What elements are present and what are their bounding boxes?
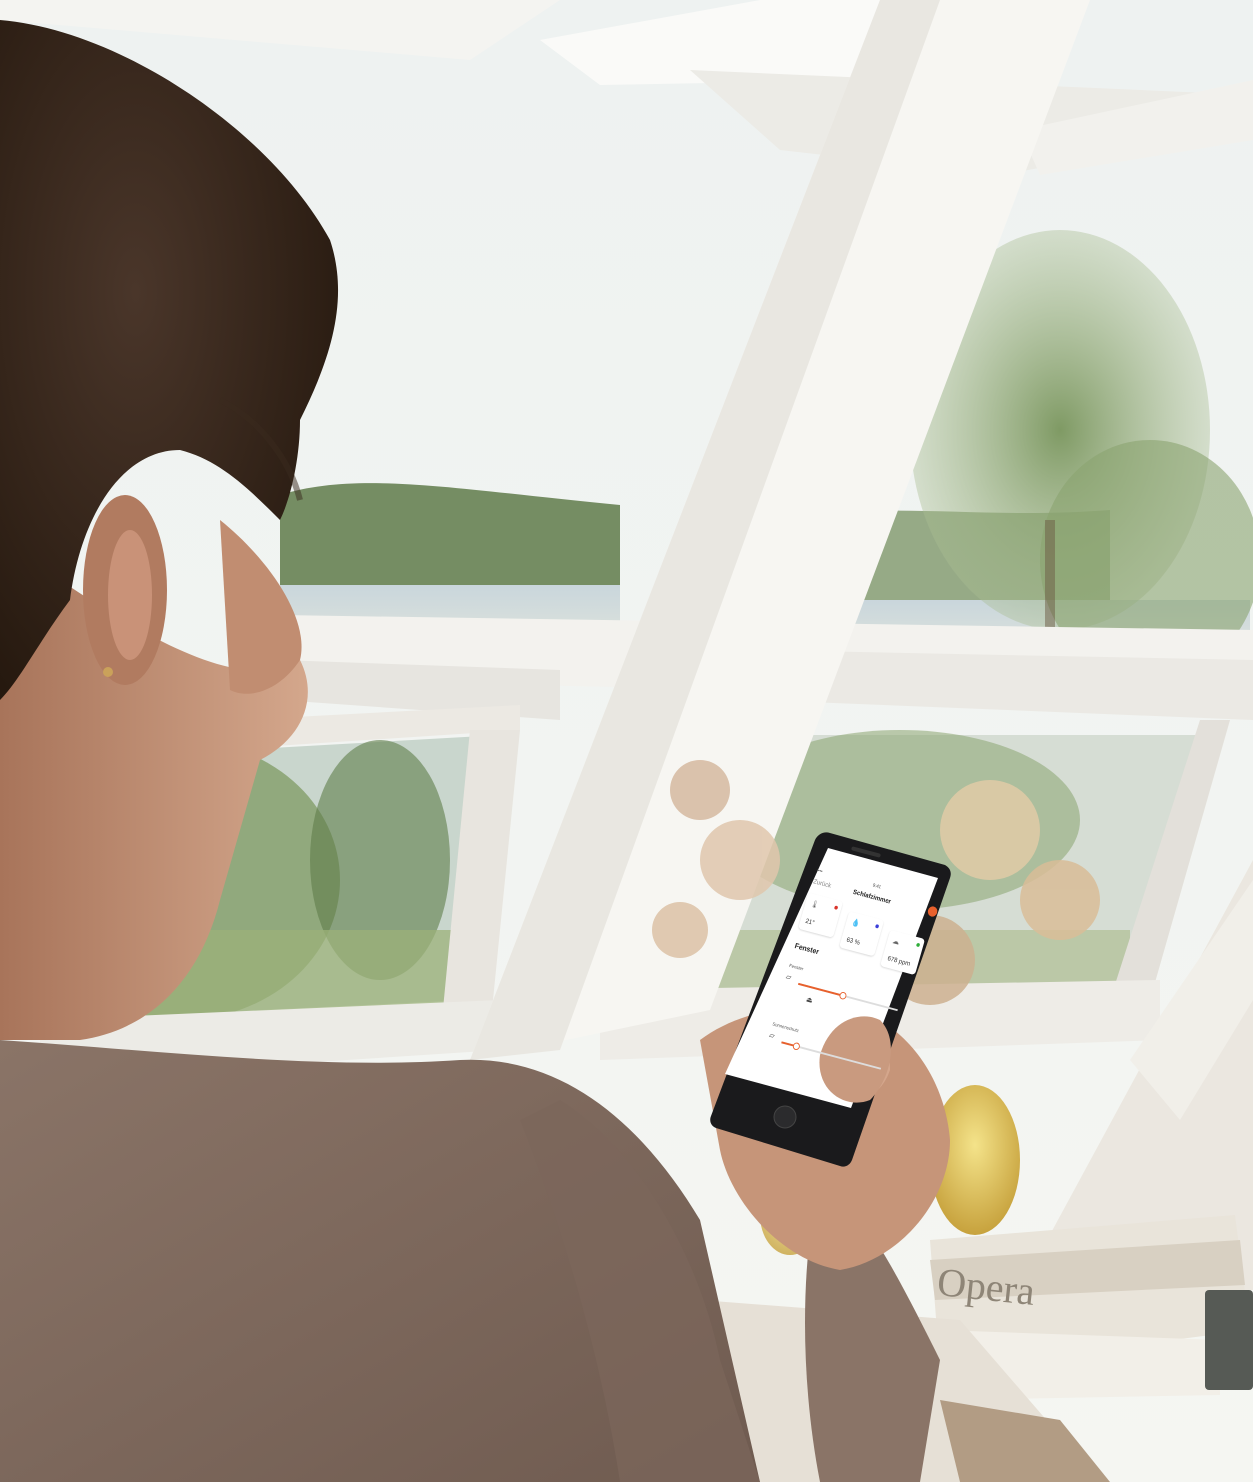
status-dot bbox=[874, 924, 880, 929]
co2-value: 678 ppm bbox=[886, 955, 911, 968]
temperature-value: 21° bbox=[804, 918, 816, 927]
section-title: Fenster bbox=[793, 941, 821, 957]
co2-cloud-icon: ☁ bbox=[891, 936, 901, 947]
sunscreen-control-label: Sonnenschutz bbox=[771, 1021, 800, 1035]
window-slider-knob[interactable] bbox=[838, 991, 848, 1001]
temperature-tile[interactable]: 🌡 21° bbox=[798, 892, 844, 938]
status-dot bbox=[915, 942, 921, 948]
thermometer-icon: 🌡 bbox=[809, 899, 821, 910]
window-icon: ▱ bbox=[784, 972, 793, 982]
co2-tile[interactable]: ☁ 678 ppm bbox=[880, 929, 926, 976]
status-time: 9:41 bbox=[872, 882, 882, 891]
screen-title: Schlafzimmer bbox=[852, 889, 892, 906]
humidity-tile[interactable]: 💧 63 % bbox=[839, 911, 885, 957]
humidity-icon: 💧 bbox=[850, 917, 862, 929]
book-title: Opera bbox=[935, 1258, 1038, 1314]
humidity-value: 63 % bbox=[845, 936, 861, 947]
photo-scene bbox=[0, 0, 1253, 1482]
status-dot bbox=[833, 905, 839, 910]
sunscreen-slider-knob[interactable] bbox=[792, 1041, 801, 1051]
window-control-label: Fenster bbox=[788, 963, 804, 973]
window-slider-fill bbox=[797, 982, 844, 997]
status-carrier: •••• bbox=[815, 867, 824, 875]
sunscreen-slider[interactable] bbox=[781, 1041, 882, 1070]
blind-icon: ▱ bbox=[768, 1030, 776, 1041]
ventilation-icon: ⏏ bbox=[805, 995, 814, 1005]
back-button[interactable]: Zurück bbox=[812, 879, 832, 890]
profile-avatar[interactable] bbox=[926, 905, 939, 918]
